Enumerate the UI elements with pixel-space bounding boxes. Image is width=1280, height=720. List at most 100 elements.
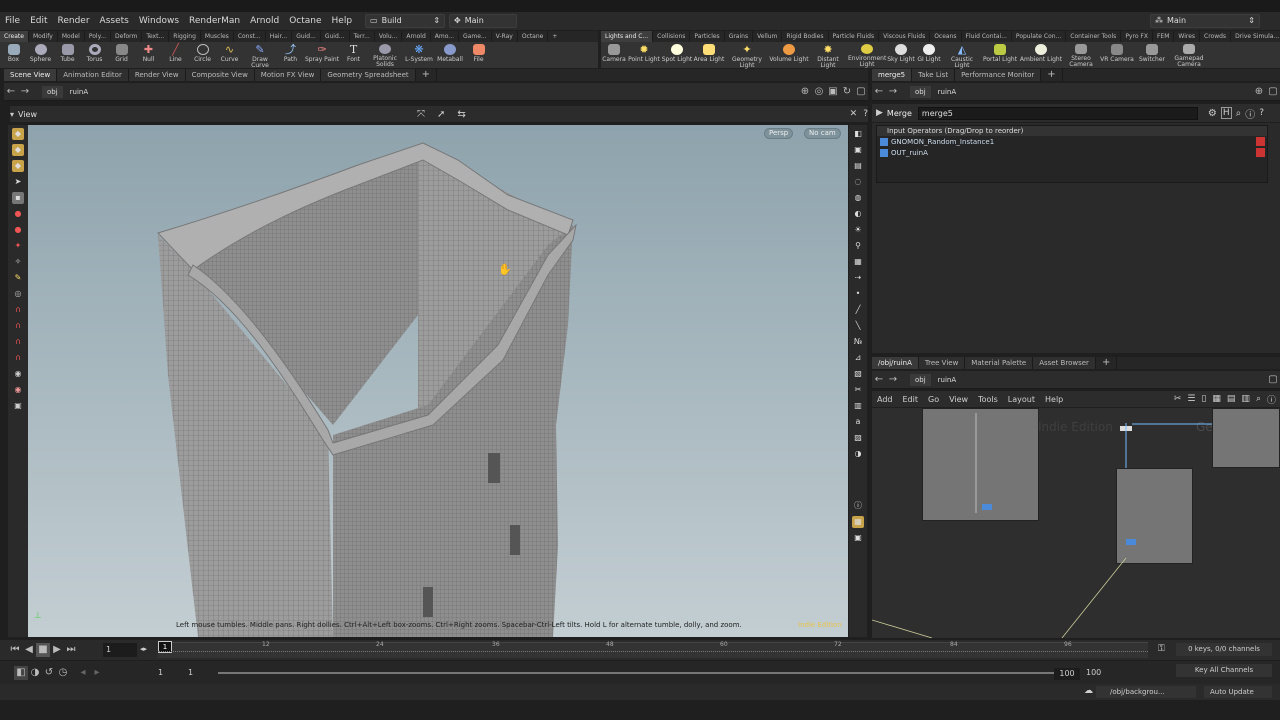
view-icon[interactable]: ◉ xyxy=(12,368,24,380)
shelf-tab-terr[interactable]: Terr... xyxy=(350,31,375,42)
shelf-tab-particles[interactable]: Particles xyxy=(690,31,725,42)
menu-edit[interactable]: Edit xyxy=(25,12,52,30)
network-menu-help[interactable]: Help xyxy=(1040,395,1068,404)
shelf-tab-fluid-contai[interactable]: Fluid Contai... xyxy=(962,31,1012,42)
shelf-tab-vellum[interactable]: Vellum xyxy=(753,31,783,42)
magnet-icon[interactable]: ∩ xyxy=(12,304,24,316)
network-menu-view[interactable]: View xyxy=(944,395,973,404)
tool-point-light[interactable]: ✹ Point Light xyxy=(627,42,661,68)
shelf-tab-deform[interactable]: Deform xyxy=(111,31,143,42)
tool-font[interactable]: T Font xyxy=(340,42,367,68)
wrench-icon[interactable]: ✂ xyxy=(1174,394,1182,404)
tool-environment-light[interactable]: Environment Light xyxy=(847,42,887,68)
select-icon[interactable]: ◆ xyxy=(12,128,24,140)
next-key-icon[interactable]: ▸ xyxy=(90,666,104,680)
tool-gi-light[interactable]: GI Light xyxy=(915,42,943,68)
visibility-icon[interactable]: ◌ xyxy=(852,176,864,188)
forward-arrow-icon[interactable]: → xyxy=(886,373,900,387)
light-icon[interactable]: ☀ xyxy=(852,224,864,236)
back-arrow-icon[interactable]: ← xyxy=(872,373,886,387)
tool-vr-camera[interactable]: VR Camera xyxy=(1099,42,1135,68)
numbers-icon[interactable]: № xyxy=(852,336,864,348)
input-operators-list[interactable]: Input Operators (Drag/Drop to reorder) G… xyxy=(876,125,1268,183)
current-frame-field[interactable]: 1 xyxy=(103,643,137,657)
shelf-tab-hair[interactable]: Hair... xyxy=(266,31,293,42)
shelf-tab-volu[interactable]: Volu... xyxy=(375,31,403,42)
background-icon[interactable]: ▨ xyxy=(852,432,864,444)
shelf-tab-rigid-bodies[interactable]: Rigid Bodies xyxy=(782,31,829,42)
forward-arrow-icon[interactable]: → xyxy=(886,85,900,99)
shelf-tab-muscles[interactable]: Muscles xyxy=(201,31,234,42)
snap-icon[interactable]: ∩ xyxy=(12,320,24,332)
status-path[interactable]: /obj/backgrou... xyxy=(1096,686,1196,698)
menu-render[interactable]: Render xyxy=(53,12,95,30)
network-menu-tools[interactable]: Tools xyxy=(973,395,1003,404)
tab-tree-view[interactable]: Tree View xyxy=(918,357,966,369)
input-row[interactable]: OUT_ruinA xyxy=(877,147,1267,158)
gear-icon[interactable]: ⚙ xyxy=(1208,108,1217,119)
shelf-tab-crowds[interactable]: Crowds xyxy=(1200,31,1232,42)
range-end-playback[interactable]: 100 xyxy=(1054,668,1080,680)
search-icon[interactable]: ⌕ xyxy=(1236,108,1242,119)
range-start-playback[interactable]: 1 xyxy=(188,668,193,677)
shelf-tab-guid-2[interactable]: Guid... xyxy=(321,31,350,42)
shelf-tab-octane[interactable]: Octane xyxy=(518,31,549,42)
pointer-icon[interactable]: ➤ xyxy=(12,176,24,188)
tool-switcher[interactable]: Switcher xyxy=(1135,42,1169,68)
tab-composite-view[interactable]: Composite View xyxy=(185,69,255,81)
menu-renderman[interactable]: RenderMan xyxy=(184,12,245,30)
uv-icon[interactable]: ⊿ xyxy=(852,352,864,364)
menu-assets[interactable]: Assets xyxy=(95,12,134,30)
layers-icon[interactable]: ▣ xyxy=(826,85,840,99)
tool-sphere[interactable]: Sphere xyxy=(27,42,54,68)
step-icon[interactable]: ◂▸ xyxy=(140,645,147,653)
tool-file[interactable]: File xyxy=(465,42,492,68)
grid-view-icon[interactable]: ▦ xyxy=(1212,394,1221,404)
tile-icon[interactable]: ▤ xyxy=(1227,394,1236,404)
camera-view-icon[interactable]: ◑ xyxy=(852,448,864,460)
tool-spray-paint[interactable]: ✑ Spray Paint xyxy=(304,42,340,68)
realtime-icon[interactable]: ◑ xyxy=(28,666,42,680)
network-menu-go[interactable]: Go xyxy=(923,395,944,404)
maximize-icon[interactable]: ▢ xyxy=(1266,373,1280,387)
shelf-tab-amo[interactable]: Amo... xyxy=(431,31,460,42)
shelf-tab-text[interactable]: Text... xyxy=(142,31,170,42)
lamp-icon[interactable]: ⚲ xyxy=(852,240,864,252)
range-slider[interactable] xyxy=(218,672,1060,674)
vertex-icon[interactable]: • xyxy=(852,288,864,300)
pose-icon[interactable]: ✦ xyxy=(12,240,24,252)
render-icon[interactable]: ◉ xyxy=(12,384,24,396)
shelf-tab-poly[interactable]: Poly... xyxy=(85,31,112,42)
shelf-tab-vray[interactable]: V-Ray xyxy=(492,31,518,42)
network-path-ruinA[interactable]: ruinA xyxy=(933,374,961,386)
tool-spot-light[interactable]: Spot Light xyxy=(661,42,693,68)
play-icon[interactable]: ▶ xyxy=(50,643,64,657)
points-icon[interactable]: ▦ xyxy=(852,256,864,268)
tool-tube[interactable]: Tube xyxy=(54,42,81,68)
maximize-icon[interactable]: ▢ xyxy=(854,85,868,99)
scale-icon[interactable]: ● xyxy=(12,224,24,236)
tool-geometry-light[interactable]: ✦ Geometry Light xyxy=(725,42,769,69)
snap3-icon[interactable]: ∩ xyxy=(12,352,24,364)
select-arrow-icon[interactable]: ⤧ xyxy=(417,109,425,120)
add-tab-icon[interactable]: + xyxy=(1041,69,1063,81)
add-tab-icon[interactable]: + xyxy=(416,69,438,81)
path-ruinA[interactable]: ruinA xyxy=(65,86,93,98)
info-icon[interactable]: ⓘ xyxy=(852,500,864,512)
note-icon[interactable]: ▯ xyxy=(1201,394,1206,404)
tool-curve[interactable]: ∿ Curve xyxy=(216,42,243,68)
tool-lsystem[interactable]: ❋ L-System xyxy=(403,42,435,68)
play-reverse-icon[interactable]: ◀ xyxy=(22,643,36,657)
tool-box[interactable]: Box xyxy=(0,42,27,68)
shelf-tab-fem[interactable]: FEM xyxy=(1153,31,1175,42)
ghost-icon[interactable]: ◐ xyxy=(852,208,864,220)
node-name-field[interactable]: merge5 xyxy=(917,106,1198,120)
keys-channels[interactable]: 0 keys, 0/0 channels xyxy=(1176,643,1272,656)
key-icon[interactable]: ⚿ xyxy=(1158,644,1165,654)
normals-icon[interactable]: ⇢ xyxy=(852,272,864,284)
first-frame-icon[interactable]: ⏮ xyxy=(8,643,22,657)
cut-icon[interactable]: ✂ xyxy=(852,384,864,396)
menu-windows[interactable]: Windows xyxy=(134,12,184,30)
transform-icon[interactable]: ⇆ xyxy=(457,109,465,120)
forward-arrow-icon[interactable]: → xyxy=(18,85,32,99)
